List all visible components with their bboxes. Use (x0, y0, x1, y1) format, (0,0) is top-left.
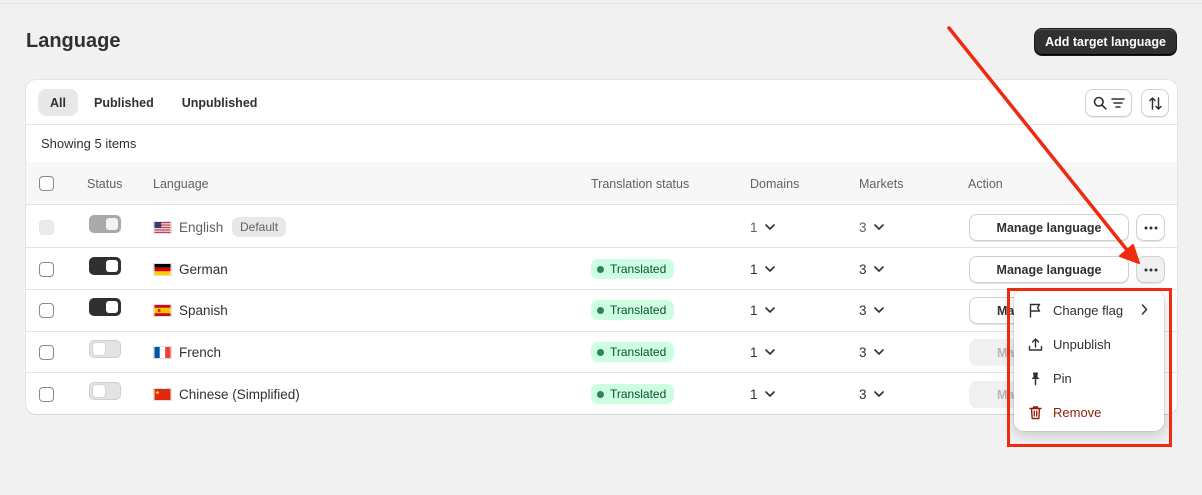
annotation-arrow (947, 26, 1140, 264)
